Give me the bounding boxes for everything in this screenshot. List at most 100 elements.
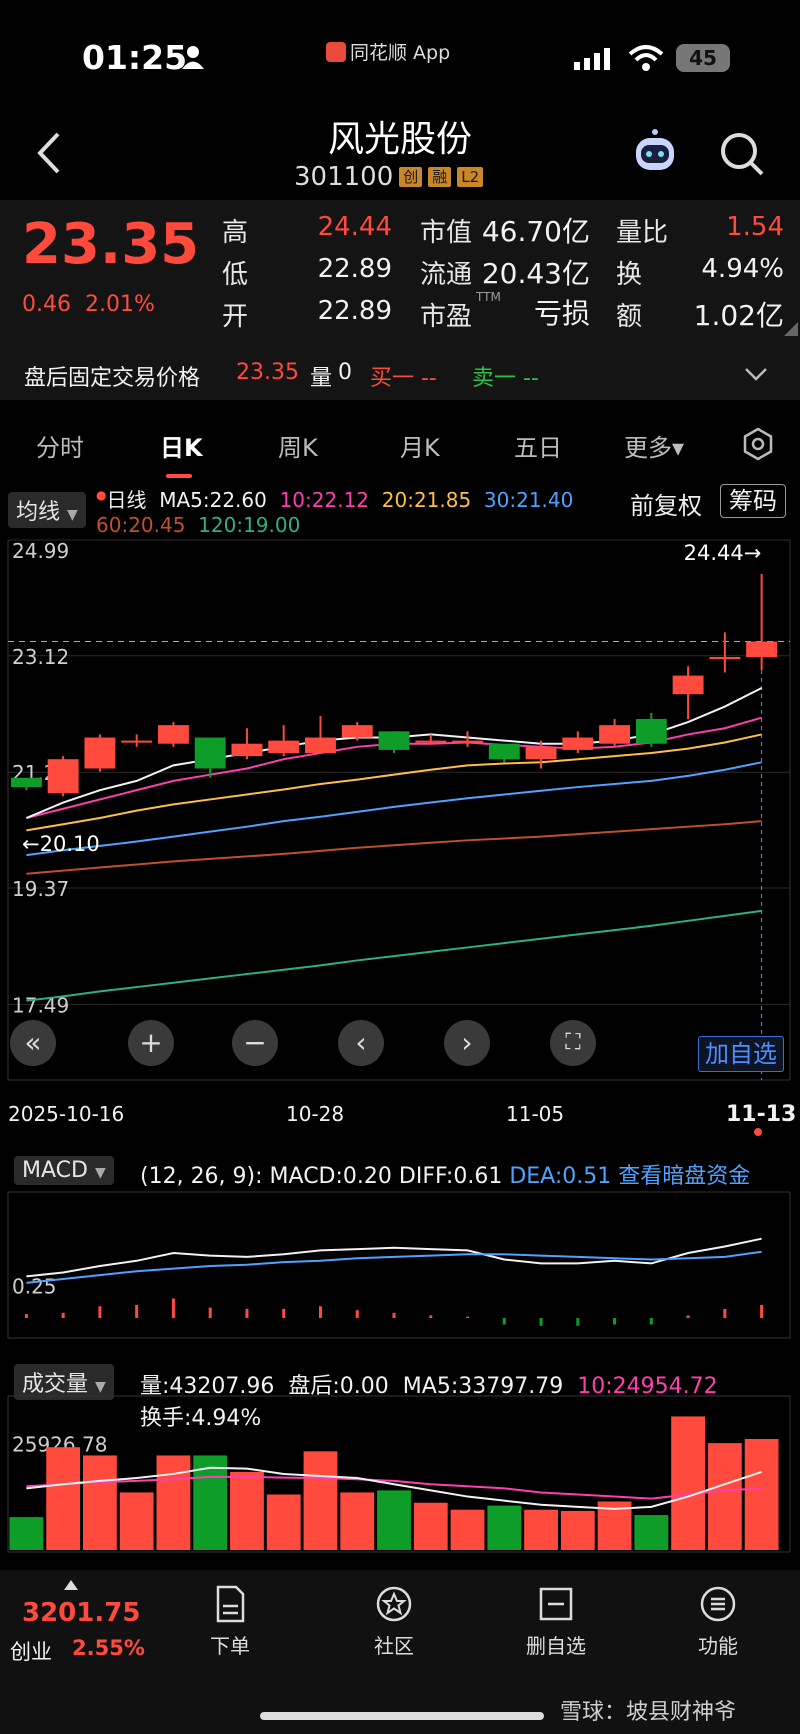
ma30-line bbox=[26, 761, 762, 857]
remove-box-icon bbox=[539, 1587, 573, 1621]
tab-monthly[interactable]: 月K bbox=[400, 428, 440, 463]
tab-five-day[interactable]: 五日 bbox=[514, 428, 562, 463]
kline-chart[interactable]: 24.9923.1221.2419.3717.4924.44→←20.10 bbox=[0, 532, 800, 1092]
candle-body bbox=[231, 743, 263, 757]
change-row: 0.46 2.01% bbox=[22, 292, 155, 317]
tab-weekly[interactable]: 周K bbox=[278, 428, 318, 463]
stock-code: 301100 bbox=[294, 162, 394, 192]
tab-daily[interactable]: 日K bbox=[160, 428, 203, 463]
triangle-up-icon bbox=[64, 1580, 78, 1590]
index-value[interactable]: 3201.75 bbox=[22, 1598, 140, 1628]
macd-selector-dropdown[interactable]: MACD ▼ bbox=[14, 1156, 114, 1185]
dropdown-caret-icon: ▼ bbox=[67, 507, 78, 523]
stock-code-row: 301100 创 融 L2 bbox=[294, 162, 484, 192]
candle-body bbox=[746, 641, 778, 658]
zoom-in-button[interactable]: + bbox=[128, 1020, 174, 1066]
macd-legend: (12, 26, 9): MACD:0.20 DIFF:0.61 DEA:0.5… bbox=[140, 1158, 750, 1190]
adjust-mode[interactable]: 前复权 bbox=[630, 486, 702, 521]
volume-bar bbox=[377, 1490, 411, 1550]
pe-value: 亏损 bbox=[533, 297, 590, 330]
volume-bar bbox=[707, 1443, 742, 1550]
index-change: 2.55% bbox=[72, 1636, 145, 1660]
chevron-down-icon[interactable] bbox=[744, 366, 768, 382]
ma-selector-dropdown[interactable]: 均线 ▼ bbox=[8, 492, 86, 528]
volume-bar bbox=[82, 1455, 117, 1550]
ma20-value: 20:21.85 bbox=[381, 488, 472, 512]
chips-button[interactable]: 筹码 bbox=[720, 484, 786, 518]
app-logo-icon bbox=[326, 42, 346, 62]
app-back-pill[interactable]: 同花顺 App bbox=[326, 38, 450, 65]
watermark: 雪球：坡县财神爷 bbox=[560, 1700, 737, 1725]
kline-frame bbox=[7, 539, 791, 1081]
scroll-left-button[interactable]: ‹ bbox=[338, 1020, 384, 1066]
volume-bar bbox=[119, 1492, 154, 1550]
person-icon bbox=[182, 46, 204, 69]
volume-bar bbox=[560, 1510, 595, 1550]
ma-selector-label: 均线 bbox=[16, 500, 61, 525]
float-value: 20.43亿 bbox=[481, 257, 590, 290]
candle-body bbox=[47, 759, 79, 794]
ask1: 卖一 -- bbox=[472, 366, 539, 391]
volume-bar bbox=[156, 1455, 191, 1550]
candle-body bbox=[415, 740, 447, 743]
volume-chart: 25926.78 bbox=[7, 1395, 791, 1553]
signal-icon bbox=[574, 48, 610, 70]
macd-frame bbox=[7, 1191, 791, 1339]
fullscreen-icon[interactable]: ⛶ bbox=[550, 1020, 596, 1066]
low-value: 22.89 bbox=[317, 254, 392, 284]
ma5-value: MA5:22.60 bbox=[159, 488, 267, 512]
tab-intraday[interactable]: 分时 bbox=[36, 428, 84, 463]
volume-bar bbox=[524, 1509, 558, 1550]
ma-legend: ●日线 MA5:22.60 10:22.12 20:21.85 30:21.40… bbox=[96, 484, 616, 537]
candle-body bbox=[305, 737, 336, 754]
tab-active-indicator bbox=[166, 474, 192, 478]
current-day-dot bbox=[754, 1128, 762, 1136]
turnover-value: 4.94% bbox=[701, 254, 784, 284]
dropdown-caret-icon: ▼ bbox=[94, 1165, 106, 1181]
search-icon[interactable] bbox=[718, 130, 766, 178]
corner-expand-icon[interactable] bbox=[784, 322, 798, 336]
candle-body bbox=[194, 737, 226, 769]
zoom-out-button[interactable]: − bbox=[232, 1020, 278, 1066]
tab-more[interactable]: 更多▾ bbox=[624, 428, 684, 463]
x-label-mid2: 11-05 bbox=[506, 1102, 565, 1126]
nav-remove-watchlist-label: 删自选 bbox=[526, 1634, 586, 1658]
volume-bar bbox=[9, 1517, 44, 1550]
robot-assistant-icon[interactable] bbox=[628, 126, 682, 180]
tag-gem: 创 bbox=[399, 167, 423, 187]
ma120-line bbox=[26, 909, 762, 1002]
period-tabs: 分时 日K 周K 月K 五日 更多▾ bbox=[0, 418, 800, 468]
community-star-icon bbox=[376, 1586, 412, 1622]
nav-community[interactable]: 社区 bbox=[334, 1584, 454, 1659]
settings-hex-icon[interactable] bbox=[740, 426, 776, 462]
ma30-value: 30:21.40 bbox=[483, 488, 574, 512]
macd-y-label: 0.25 bbox=[12, 1275, 57, 1299]
y-tick-label: 24.99 bbox=[12, 539, 69, 563]
volume-bar bbox=[46, 1447, 81, 1550]
after-hours-vol-label: 量 bbox=[310, 366, 333, 391]
after-hours-price: 23.35 bbox=[236, 360, 299, 385]
add-to-watchlist-button[interactable]: 加自选 bbox=[698, 1036, 784, 1072]
dropdown-caret-icon: ▼ bbox=[95, 1379, 106, 1395]
nav-remove-watchlist[interactable]: 删自选 bbox=[496, 1584, 616, 1659]
dea-line bbox=[26, 1250, 762, 1284]
candle-body bbox=[341, 725, 373, 738]
volume-bar bbox=[744, 1439, 779, 1550]
nav-functions[interactable]: 功能 bbox=[658, 1584, 778, 1659]
candle-body bbox=[635, 718, 667, 744]
macd-value: MACD:0.20 bbox=[269, 1164, 392, 1189]
order-document-icon bbox=[216, 1585, 245, 1623]
dark-pool-link[interactable]: 查看暗盘资金 bbox=[618, 1164, 750, 1189]
candle-body bbox=[599, 725, 631, 744]
after-hours-label: 盘后固定交易价格 bbox=[24, 366, 201, 391]
nav-order[interactable]: 下单 bbox=[170, 1584, 290, 1659]
y-tick-label: 19.37 bbox=[12, 877, 69, 901]
scroll-right-button[interactable]: › bbox=[444, 1020, 490, 1066]
x-label-end: 11-13 bbox=[726, 1102, 797, 1127]
candle-body bbox=[562, 737, 594, 750]
volume-bar bbox=[634, 1515, 669, 1550]
scroll-start-button[interactable]: « bbox=[10, 1020, 56, 1066]
volume-bar bbox=[340, 1492, 375, 1550]
menu-circle-icon bbox=[700, 1586, 736, 1622]
nav-community-label: 社区 bbox=[374, 1634, 414, 1658]
